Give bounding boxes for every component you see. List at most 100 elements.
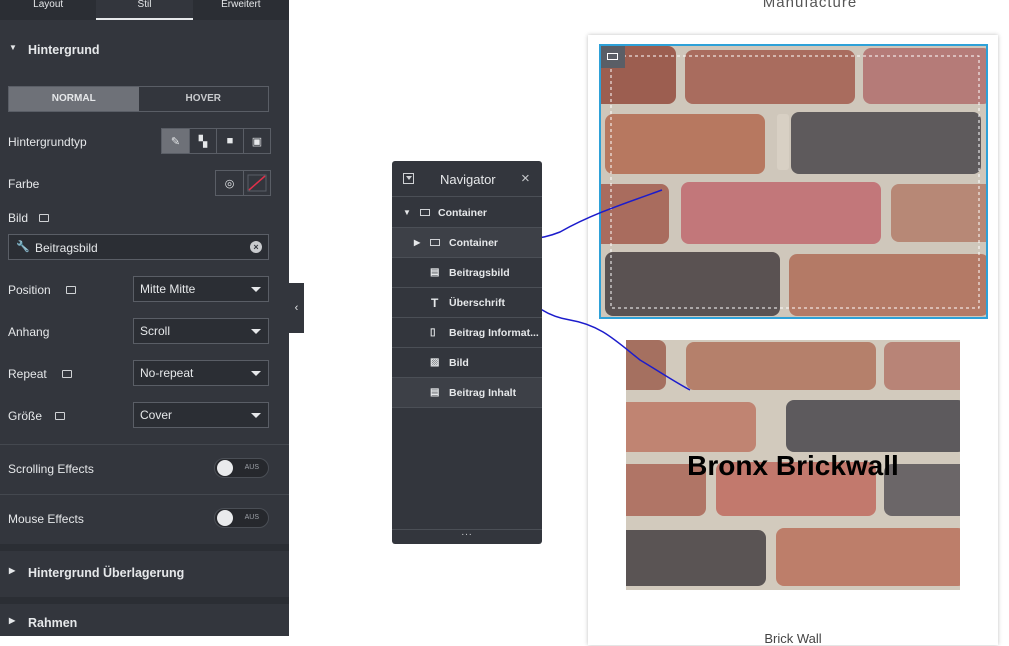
image-caption: Bronx Brickwall (687, 450, 899, 481)
navigator-header: Navigator × (392, 161, 542, 197)
post-info-icon: ▯ (430, 327, 436, 338)
globe-icon[interactable]: ◎ (216, 171, 243, 195)
collapse-all-icon[interactable] (403, 173, 414, 184)
toggle-knob (217, 510, 233, 526)
heading-icon: T (431, 296, 439, 310)
container-icon (607, 53, 618, 60)
position-select[interactable]: Mitte Mitte (133, 276, 269, 302)
slideshow-icon[interactable]: ▣ (243, 129, 270, 153)
image-label-row: Bild (8, 211, 50, 225)
nav-item-label: Container (449, 237, 499, 249)
repeat-label-row: Repeat (8, 367, 73, 381)
caret-right-icon: ▶ (9, 566, 16, 575)
navigator-panel: Navigator × ▼ Container ▶ Container ▤ Be… (392, 161, 542, 544)
color-swatch-empty[interactable] (243, 171, 270, 195)
background-type-label: Hintergrundtyp (8, 135, 87, 149)
container-icon (420, 209, 430, 216)
mouse-effects-label: Mouse Effects (8, 512, 84, 526)
chevron-down-icon (251, 287, 261, 292)
container-selected[interactable] (599, 44, 988, 319)
video-icon[interactable]: ■ (216, 129, 243, 153)
size-value: Cover (140, 408, 173, 422)
caret-down-icon: ▼ (403, 208, 411, 217)
image-icon: ▨ (430, 357, 440, 368)
desktop-icon (66, 286, 77, 294)
color-controls: ◎ (215, 170, 271, 196)
container-handle[interactable] (601, 46, 625, 68)
repeat-label: Repeat (8, 367, 47, 381)
container-icon (430, 239, 440, 246)
attachment-value: Scroll (140, 324, 171, 338)
wrench-icon: 🔧 (16, 241, 30, 253)
tab-advanced[interactable]: Erweitert (192, 0, 289, 20)
divider (0, 444, 289, 445)
color-label: Farbe (8, 177, 40, 191)
toggle-state: AUS (244, 514, 259, 521)
caret-down-icon: ▼ (9, 43, 17, 52)
canvas-top-text: Manufacture (762, 0, 858, 11)
resize-handle[interactable]: ... (392, 527, 542, 538)
toggle-knob (217, 460, 233, 476)
chevron-left-icon: ‹ (294, 302, 299, 314)
nav-item-label: Bild (449, 357, 469, 369)
repeat-value: No-repeat (140, 366, 194, 380)
close-icon[interactable]: × (521, 170, 530, 187)
no-color-icon (247, 174, 267, 192)
post-content-icon: ▤ (430, 387, 440, 398)
brick-wall-background (601, 46, 986, 317)
size-label: Größe (8, 409, 43, 423)
nav-item-image[interactable]: ▨ Bild (392, 348, 542, 378)
tab-style[interactable]: Stil (96, 0, 193, 20)
scrolling-effects-label: Scrolling Effects (8, 462, 94, 476)
nav-item-label: Beitrag Informat... (449, 327, 539, 339)
post-card: Bronx Brickwall Brick Wall (588, 35, 998, 646)
canvas-bottom-text: Brick Wall (764, 631, 822, 646)
featured-image-icon: ▤ (430, 267, 440, 278)
gradient-icon[interactable]: ▚ (189, 129, 216, 153)
chevron-down-icon (251, 371, 261, 376)
section-background-title: Hintergrund (28, 43, 100, 57)
section-overlay-title: Hintergrund Überlagerung (28, 566, 185, 580)
section-separator (0, 597, 289, 604)
desktop-icon (39, 214, 50, 222)
nav-item-container[interactable]: ▼ Container (392, 198, 542, 228)
dynamic-image-field[interactable]: 🔧 Beitragsbild × (8, 234, 269, 260)
scrolling-effects-toggle[interactable]: AUS (214, 458, 269, 478)
chevron-down-icon (251, 413, 261, 418)
desktop-icon (55, 412, 66, 420)
collapse-panel-button[interactable]: ‹ (289, 283, 304, 333)
size-select[interactable]: Cover (133, 402, 269, 428)
tab-layout[interactable]: Layout (0, 0, 97, 20)
attachment-select[interactable]: Scroll (133, 318, 269, 344)
image-label: Bild (8, 211, 29, 225)
clear-icon[interactable]: × (250, 241, 262, 253)
caret-right-icon: ▶ (9, 616, 16, 625)
image-source-value: Beitragsbild (35, 241, 98, 255)
style-panel: Layout Stil Erweitert ▼ Hintergrund NORM… (0, 0, 289, 636)
nav-item-heading[interactable]: T Überschrift (392, 288, 542, 318)
position-label: Position (8, 283, 51, 297)
nav-item-featured-image[interactable]: ▤ Beitragsbild (392, 258, 542, 288)
repeat-select[interactable]: No-repeat (133, 360, 269, 386)
desktop-icon (62, 370, 73, 378)
nav-item-container-child[interactable]: ▶ Container (392, 228, 542, 258)
state-toggle: NORMAL HOVER (8, 86, 269, 112)
navigator-title: Navigator (440, 172, 496, 187)
brush-icon[interactable]: ✎ (162, 129, 189, 153)
featured-image[interactable]: Bronx Brickwall (626, 340, 960, 590)
nav-item-label: Beitrag Inhalt (449, 387, 517, 399)
mouse-effects-toggle[interactable]: AUS (214, 508, 269, 528)
section-border-title: Rahmen (28, 616, 78, 630)
toggle-state: AUS (244, 464, 259, 471)
nav-item-label: Beitragsbild (449, 267, 510, 279)
tab-normal[interactable]: NORMAL (9, 87, 139, 111)
nav-item-label: Container (438, 207, 488, 219)
tab-hover[interactable]: HOVER (139, 87, 269, 111)
caret-right-icon: ▶ (414, 238, 421, 247)
nav-item-post-info[interactable]: ▯ Beitrag Informat... (392, 318, 542, 348)
attachment-label: Anhang (8, 325, 50, 339)
size-label-row: Größe (8, 409, 66, 423)
nav-item-post-content[interactable]: ▤ Beitrag Inhalt (392, 378, 542, 408)
position-value: Mitte Mitte (140, 282, 196, 296)
panel-tabs: Layout Stil Erweitert (0, 0, 289, 20)
